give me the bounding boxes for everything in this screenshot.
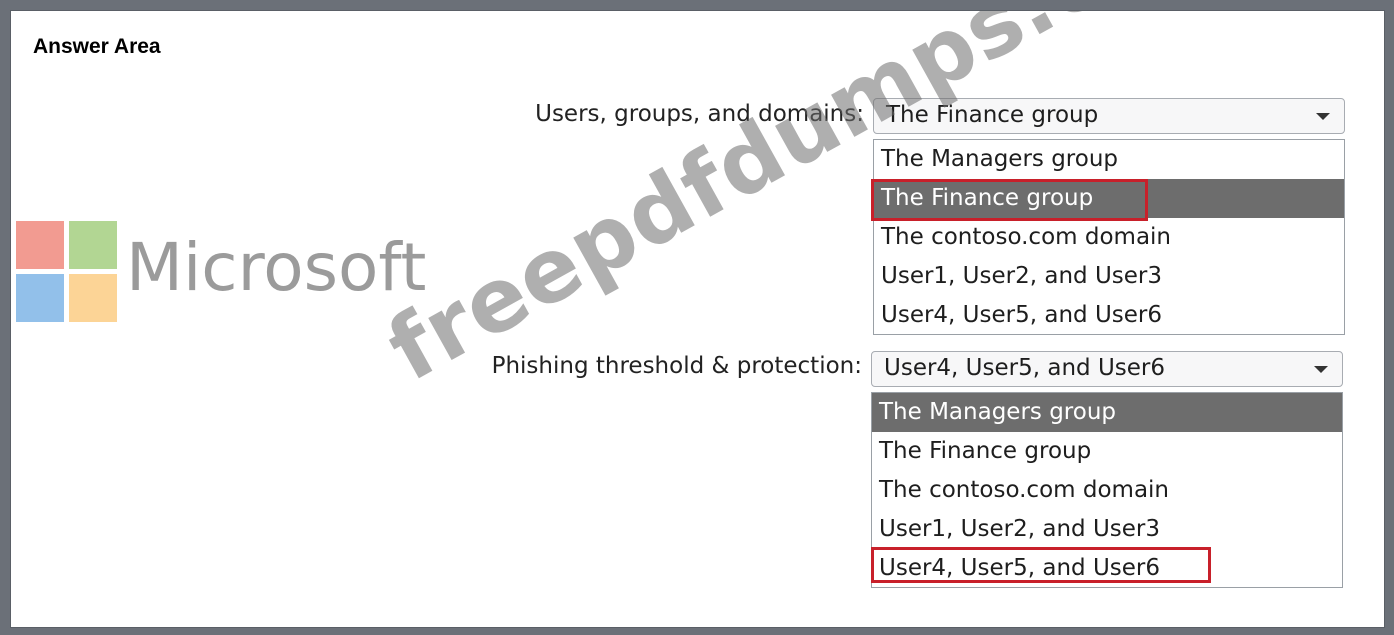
users-groups-domains-list[interactable]: The Managers group The Finance group The…	[873, 139, 1345, 335]
list-item[interactable]: The Finance group	[872, 432, 1342, 471]
list-item[interactable]: User4, User5, and User6	[874, 296, 1344, 335]
phishing-threshold-select[interactable]: User4, User5, and User6	[871, 351, 1343, 387]
list-item[interactable]: The contoso.com domain	[874, 218, 1344, 257]
list-item[interactable]: User1, User2, and User3	[872, 510, 1342, 549]
list-item-selected[interactable]: The Finance group	[874, 179, 1344, 218]
list-item[interactable]: User4, User5, and User6	[872, 549, 1342, 588]
phishing-threshold-list[interactable]: The Managers group The Finance group The…	[871, 392, 1343, 588]
phishing-threshold-label: Phishing threshold & protection:	[491, 353, 862, 379]
answer-area-title: Answer Area	[33, 35, 161, 58]
dropdown-arrow-icon	[1316, 113, 1330, 120]
microsoft-logo	[16, 221, 118, 323]
answer-area-panel: Answer Area Microsoft Users, groups, and…	[10, 10, 1385, 628]
list-item-selected[interactable]: The Managers group	[872, 393, 1342, 432]
phishing-threshold-value: User4, User5, and User6	[884, 355, 1165, 381]
list-item[interactable]: The Managers group	[874, 140, 1344, 179]
microsoft-watermark-text: Microsoft	[126, 229, 427, 306]
list-item[interactable]: The contoso.com domain	[872, 471, 1342, 510]
list-item[interactable]: User1, User2, and User3	[874, 257, 1344, 296]
dropdown-arrow-icon	[1314, 366, 1328, 373]
